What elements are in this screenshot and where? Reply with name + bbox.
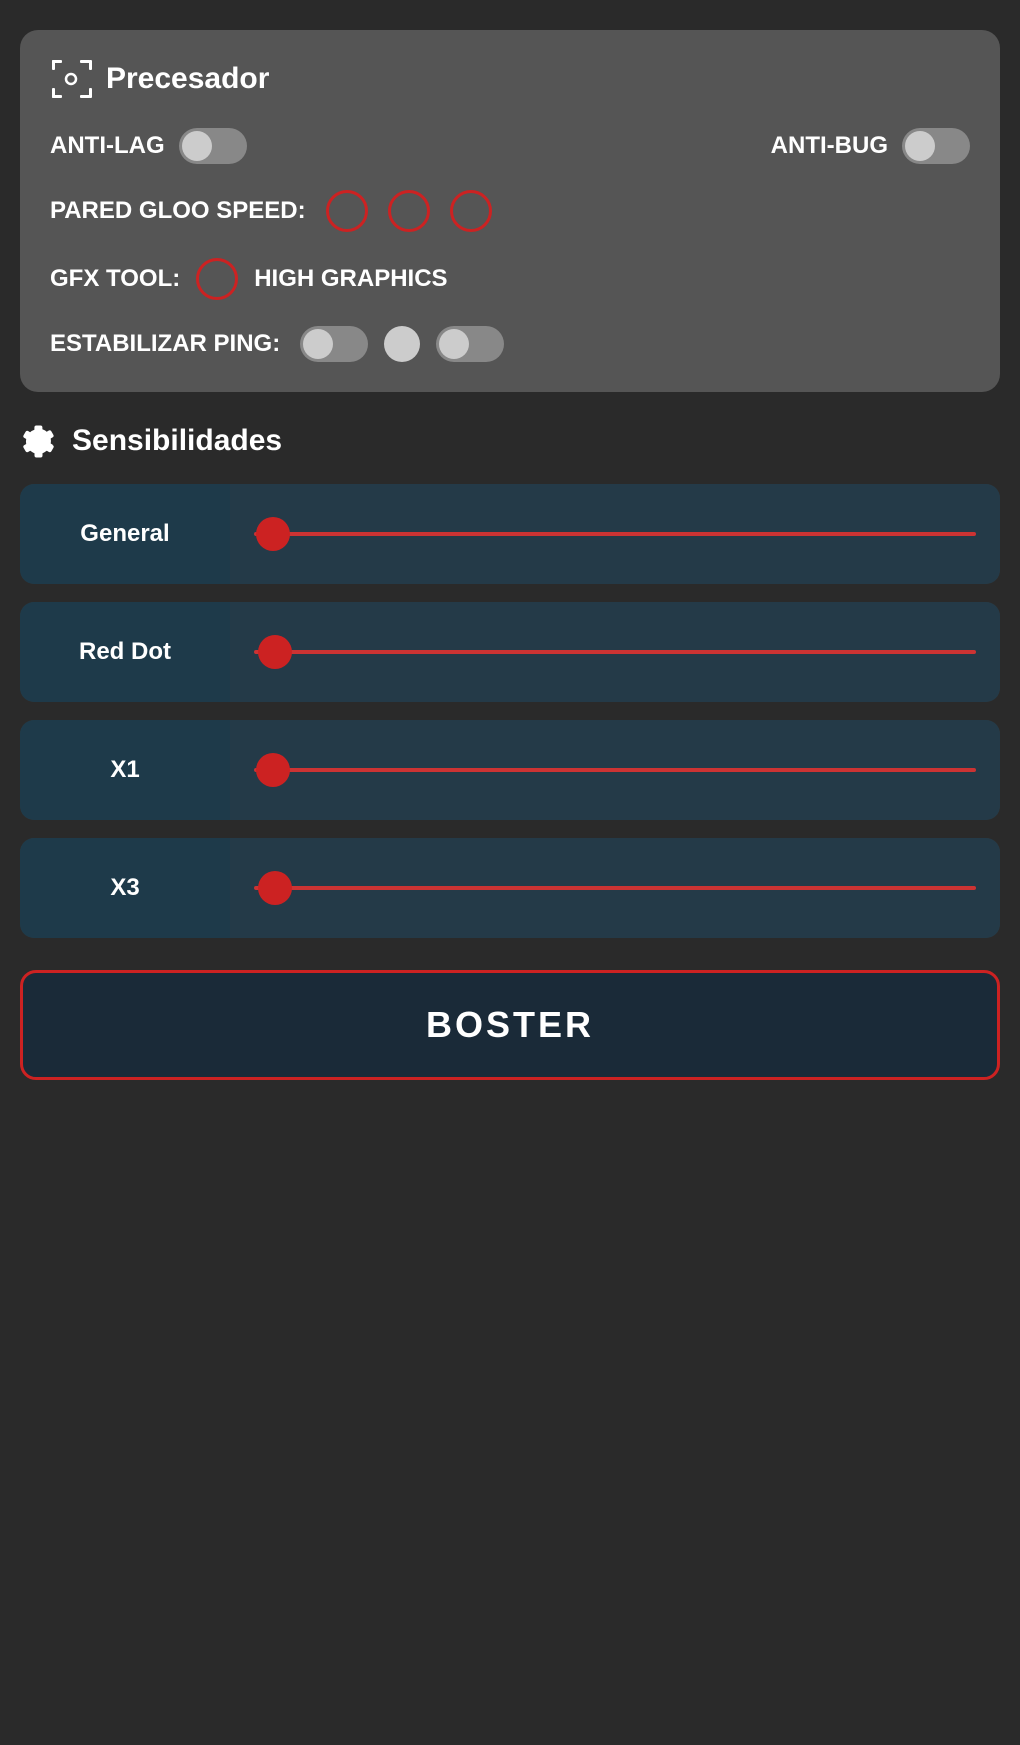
- slider-label-area-x3: X3: [20, 838, 230, 938]
- sensibilidades-header: Sensibilidades: [20, 422, 1000, 460]
- precesador-title: Precesador: [106, 62, 269, 96]
- ping-label: ESTABILIZAR PING:: [50, 330, 280, 358]
- ping-row: ESTABILIZAR PING:: [50, 326, 970, 362]
- gfx-row: GFX TOOL: HIGH GRAPHICS: [50, 258, 970, 300]
- ping-toggle-1[interactable]: [300, 326, 368, 362]
- antibug-label: ANTI-BUG: [771, 132, 888, 160]
- slider-card-general: General: [20, 484, 1000, 584]
- slider-track-x3: [254, 886, 976, 890]
- gfx-label: GFX TOOL:: [50, 265, 180, 293]
- gear-icon: [20, 422, 58, 460]
- pared-gloo-radio-1[interactable]: [326, 190, 368, 232]
- slider-thumb-x3[interactable]: [258, 871, 292, 905]
- antibug-item: ANTI-BUG: [771, 128, 970, 164]
- slider-label-x1: X1: [110, 756, 139, 784]
- slider-area-reddot[interactable]: [230, 602, 1000, 702]
- ping-toggle-2[interactable]: [384, 326, 420, 362]
- slider-area-x3[interactable]: [230, 838, 1000, 938]
- slider-card-x3: X3: [20, 838, 1000, 938]
- slider-label-x3: X3: [110, 874, 139, 902]
- high-graphics-label: HIGH GRAPHICS: [254, 265, 447, 293]
- sensibilidades-title: Sensibilidades: [72, 424, 282, 458]
- ping-toggle-3[interactable]: [436, 326, 504, 362]
- pared-gloo-label: PARED GLOO SPEED:: [50, 197, 306, 225]
- slider-label-reddot: Red Dot: [79, 638, 171, 666]
- slider-thumb-x1[interactable]: [256, 753, 290, 787]
- pared-gloo-row: PARED GLOO SPEED:: [50, 190, 970, 232]
- antilag-item: ANTI-LAG: [50, 128, 247, 164]
- precesador-card: Precesador ANTI-LAG ANTI-BUG PARED GLOO …: [20, 30, 1000, 392]
- slider-track-x1: [254, 768, 976, 772]
- slider-card-reddot: Red Dot: [20, 602, 1000, 702]
- antilag-toggle[interactable]: [179, 128, 247, 164]
- slider-area-general[interactable]: [230, 484, 1000, 584]
- slider-track-general: [254, 532, 976, 536]
- slider-label-area-reddot: Red Dot: [20, 602, 230, 702]
- antilag-label: ANTI-LAG: [50, 132, 165, 160]
- toggle-row-antilag-antibug: ANTI-LAG ANTI-BUG: [50, 128, 970, 164]
- pared-gloo-radios: [326, 190, 492, 232]
- slider-area-x1[interactable]: [230, 720, 1000, 820]
- slider-card-x1: X1: [20, 720, 1000, 820]
- slider-thumb-general[interactable]: [256, 517, 290, 551]
- gfx-radio[interactable]: [196, 258, 238, 300]
- slider-label-area-general: General: [20, 484, 230, 584]
- target-icon: [50, 58, 92, 100]
- boster-button[interactable]: BOSTER: [20, 970, 1000, 1080]
- ping-toggles: [300, 326, 504, 362]
- pared-gloo-radio-3[interactable]: [450, 190, 492, 232]
- antibug-toggle[interactable]: [902, 128, 970, 164]
- slider-thumb-reddot[interactable]: [258, 635, 292, 669]
- slider-label-area-x1: X1: [20, 720, 230, 820]
- pared-gloo-radio-2[interactable]: [388, 190, 430, 232]
- slider-label-general: General: [80, 520, 169, 548]
- slider-track-reddot: [254, 650, 976, 654]
- precesador-header: Precesador: [50, 58, 970, 100]
